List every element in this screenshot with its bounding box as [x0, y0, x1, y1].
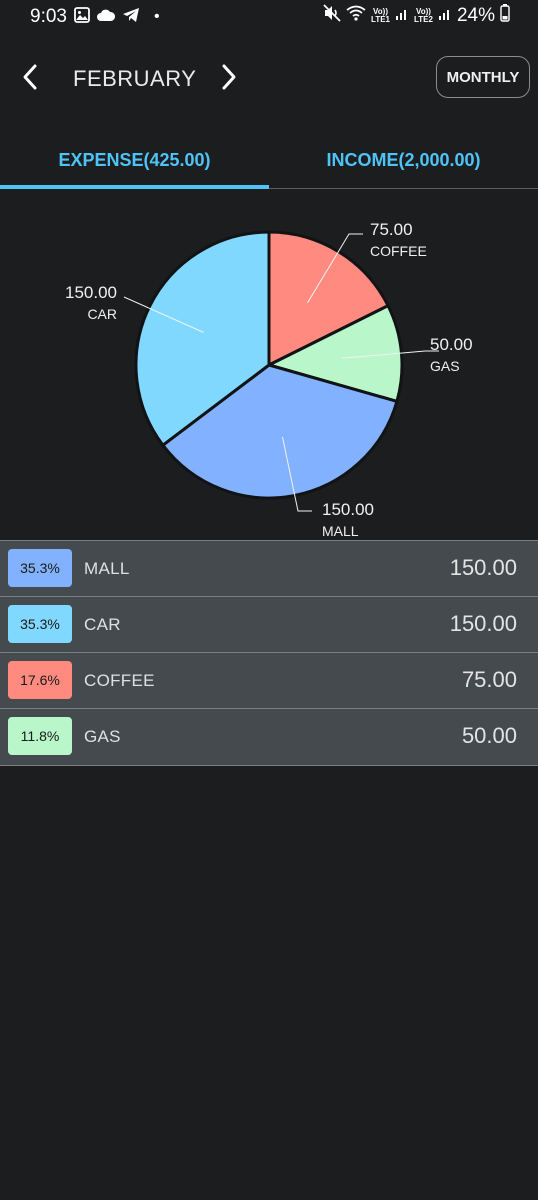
notification-dot: •	[154, 8, 160, 25]
slice-value-label: 150.00	[322, 500, 374, 519]
battery-icon	[500, 4, 510, 28]
slice-name-label: COFFEE	[370, 243, 427, 259]
gallery-icon	[74, 6, 90, 28]
system-icons: Vo)) LTE1 Vo)) LTE2 24%	[323, 4, 510, 28]
slice-value-label: 50.00	[430, 335, 473, 354]
slice-name-label: GAS	[430, 358, 460, 374]
chevron-left-icon	[23, 64, 37, 90]
category-amount: 75.00	[461, 667, 517, 692]
slice-name-label: CAR	[87, 306, 117, 322]
lte2-indicator: Vo)) LTE2	[414, 7, 433, 24]
current-month: FEBRUARY	[73, 66, 197, 91]
percent-badge: 17.6%	[8, 661, 72, 699]
category-list: 35.3% MALL 150.00 35.3% CAR 150.00 17.6%…	[0, 540, 538, 766]
tab-indicator	[0, 185, 269, 189]
signal-2-icon	[438, 5, 452, 27]
percent-badge: 35.3%	[8, 605, 72, 643]
tab-expense[interactable]: EXPENSE(425.00)	[0, 132, 269, 188]
month-header: FEBRUARY MONTHLY	[0, 44, 538, 112]
category-name: GAS	[84, 727, 121, 746]
next-month-button[interactable]	[214, 60, 244, 94]
tab-bar: EXPENSE(425.00) INCOME(2,000.00)	[0, 132, 538, 189]
pie-chart-svg: 75.00 COFFEE 50.00 GAS 150.00 MALL 150.00 CAR	[65, 220, 473, 539]
category-name: CAR	[84, 615, 121, 634]
status-time: 9:03	[30, 6, 67, 27]
cloud-icon	[96, 8, 116, 27]
slice-value-label: 75.00	[370, 220, 413, 239]
percent-badge: 35.3%	[8, 549, 72, 587]
expense-pie-chart: 75.00 COFFEE 50.00 GAS 150.00 MALL 150.00 CAR	[0, 195, 538, 540]
slice-value-label: 150.00	[65, 283, 117, 302]
wifi-icon	[346, 5, 366, 27]
telegram-icon	[122, 7, 140, 28]
lte1-indicator: Vo)) LTE1	[371, 7, 390, 24]
category-amount: 150.00	[449, 611, 517, 636]
previous-month-button[interactable]	[15, 60, 45, 94]
list-item-gas[interactable]: 11.8% GAS 50.00	[0, 708, 538, 766]
chevron-right-icon	[222, 64, 236, 90]
notification-icons: •	[74, 6, 160, 28]
signal-1-icon	[395, 5, 409, 27]
status-bar: 9:03 • Vo)) LTE1 Vo)) LTE2 24%	[0, 0, 538, 34]
category-name: MALL	[84, 559, 130, 578]
category-amount: 50.00	[461, 723, 517, 748]
category-name: COFFEE	[84, 671, 155, 690]
category-amount: 150.00	[449, 555, 517, 580]
tab-income[interactable]: INCOME(2,000.00)	[269, 132, 538, 188]
list-item-mall[interactable]: 35.3% MALL 150.00	[0, 540, 538, 596]
battery-percent: 24%	[456, 5, 495, 26]
period-mode-button[interactable]: MONTHLY	[436, 56, 530, 98]
percent-badge: 11.8%	[8, 717, 72, 755]
list-item-car[interactable]: 35.3% CAR 150.00	[0, 596, 538, 652]
slice-name-label: MALL	[322, 523, 359, 539]
list-item-coffee[interactable]: 17.6% COFFEE 75.00	[0, 652, 538, 708]
mute-icon	[323, 4, 341, 28]
